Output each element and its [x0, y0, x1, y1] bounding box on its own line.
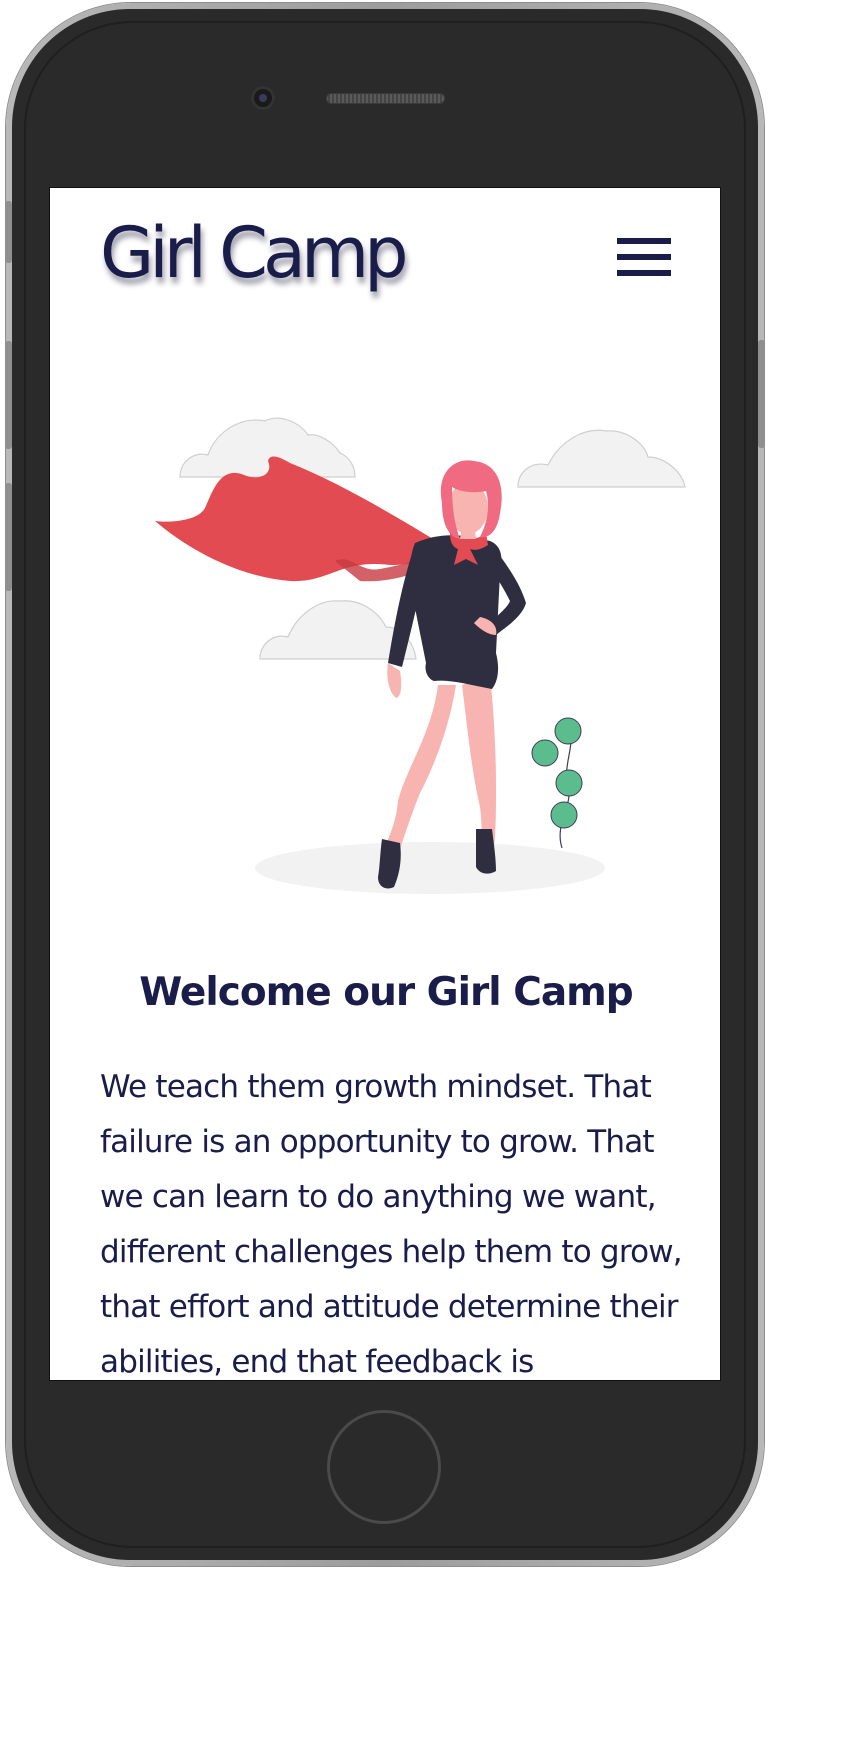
menu-line — [617, 254, 671, 260]
volume-up-button — [5, 341, 12, 449]
cloud-icon — [179, 417, 356, 478]
home-button[interactable] — [327, 1410, 441, 1524]
leg-right — [462, 675, 496, 847]
superhero-girl-illustration — [155, 417, 686, 894]
site-logo[interactable]: Girl Camp — [100, 218, 409, 288]
phone-screen: Girl Camp Welcome our Girl Camp We teach… — [49, 187, 721, 1381]
intro-paragraph: We teach them growth mindset. That failu… — [100, 1069, 683, 1380]
earpiece-speaker — [326, 93, 445, 104]
menu-line — [617, 270, 671, 276]
menu-line — [617, 238, 671, 244]
welcome-heading: Welcome our Girl Camp — [139, 970, 633, 1015]
mute-switch — [5, 201, 12, 263]
power-button — [758, 340, 765, 448]
front-camera-icon — [251, 86, 275, 110]
plant-icon — [531, 717, 583, 849]
hamburger-menu-icon[interactable] — [617, 238, 671, 280]
cloud-icon — [517, 429, 686, 488]
leg-left — [386, 685, 456, 849]
volume-down-button — [5, 483, 12, 591]
ground-shadow — [255, 842, 605, 894]
